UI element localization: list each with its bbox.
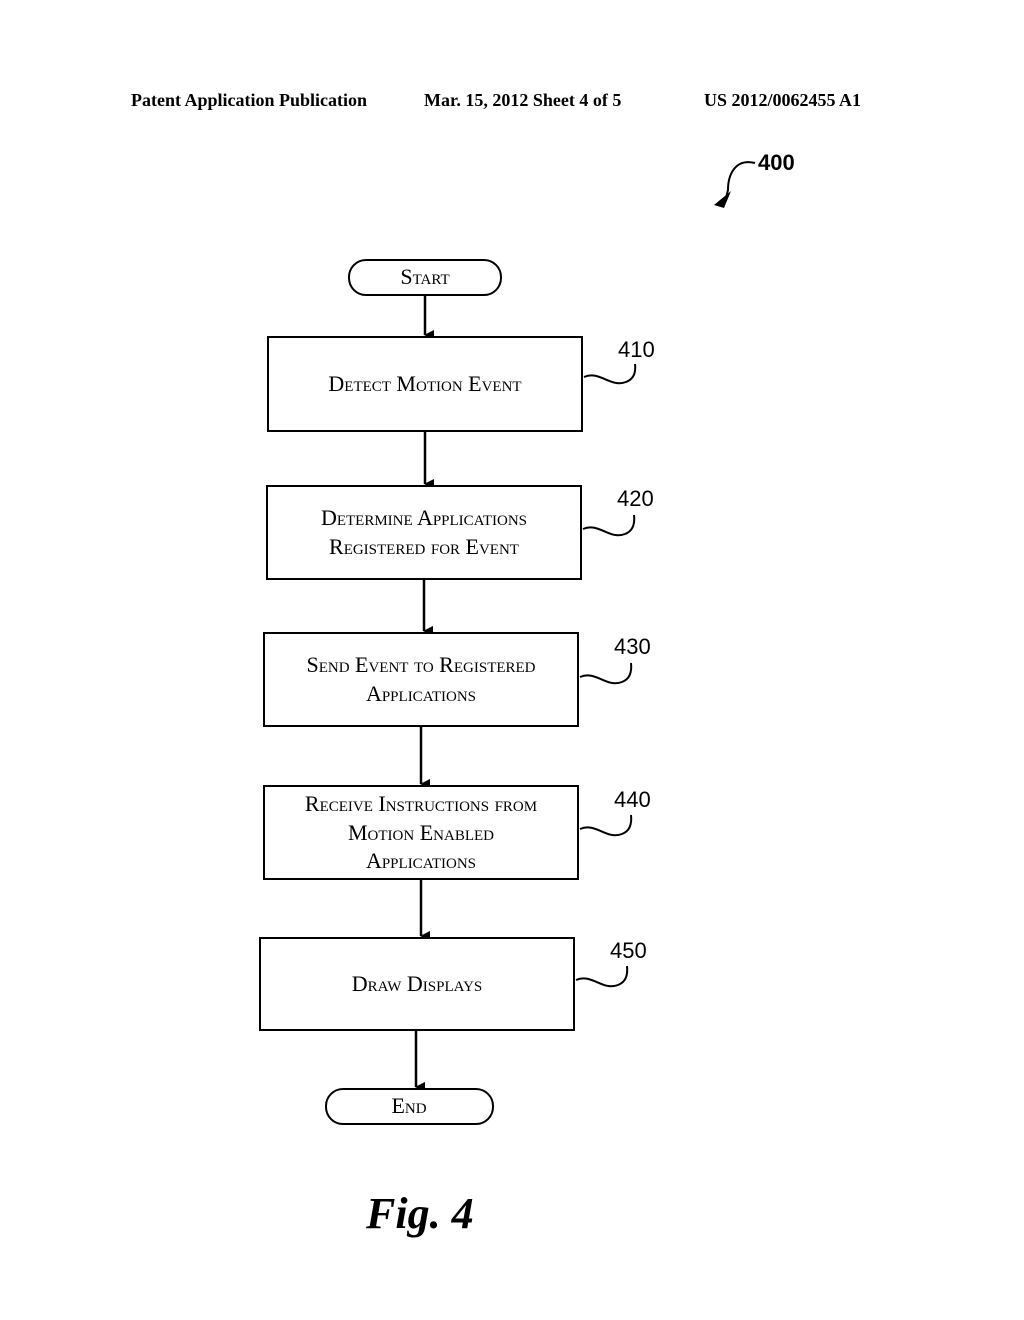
step-440-text-line-1: Receive Instructions from (305, 791, 537, 816)
step-450-box: Draw Displays 450 (259, 937, 647, 1031)
step-430-text-line-2: Applications (366, 681, 476, 706)
step-430-text-line-1: Send Event to Registered (306, 652, 535, 677)
step-410-text: Detect Motion Event (328, 371, 521, 396)
step-420-box: Determine Applications Registered for Ev… (266, 485, 654, 580)
step-450-ref: 450 (610, 938, 647, 963)
step-450-text: Draw Displays (352, 971, 483, 996)
step-430-ref: 430 (614, 634, 651, 659)
step-440-leader (579, 814, 633, 837)
step-420-text-line-1: Determine Applications (321, 505, 527, 530)
start-terminator: Start (348, 259, 502, 296)
figure-reference-400: 400 (714, 150, 795, 208)
flowchart: 400 Start Detect Motion Event 410 Determ… (259, 150, 795, 1125)
step-440-text-line-2: Motion Enabled (348, 820, 494, 845)
step-420-text-line-2: Registered for Event (329, 534, 519, 559)
step-420-ref: 420 (617, 486, 654, 511)
step-420-leader (582, 514, 636, 537)
step-410-leader (583, 363, 637, 385)
leader-curve (725, 161, 756, 199)
step-430-leader (579, 662, 633, 685)
end-label: End (391, 1093, 426, 1118)
step-410-box: Detect Motion Event 410 (267, 336, 655, 432)
step-430-box: Send Event to Registered Applications 43… (263, 632, 651, 727)
step-450-leader (575, 965, 629, 988)
start-label: Start (400, 264, 449, 289)
leader-arrowhead-icon (714, 191, 731, 208)
end-terminator: End (325, 1088, 494, 1125)
figure-number-label: 400 (758, 150, 795, 175)
step-440-ref: 440 (614, 787, 651, 812)
step-440-box: Receive Instructions from Motion Enabled… (263, 785, 651, 880)
step-410-ref: 410 (618, 337, 655, 362)
step-440-text-line-3: Applications (366, 848, 476, 873)
figure-caption: Fig. 4 (366, 1189, 474, 1238)
